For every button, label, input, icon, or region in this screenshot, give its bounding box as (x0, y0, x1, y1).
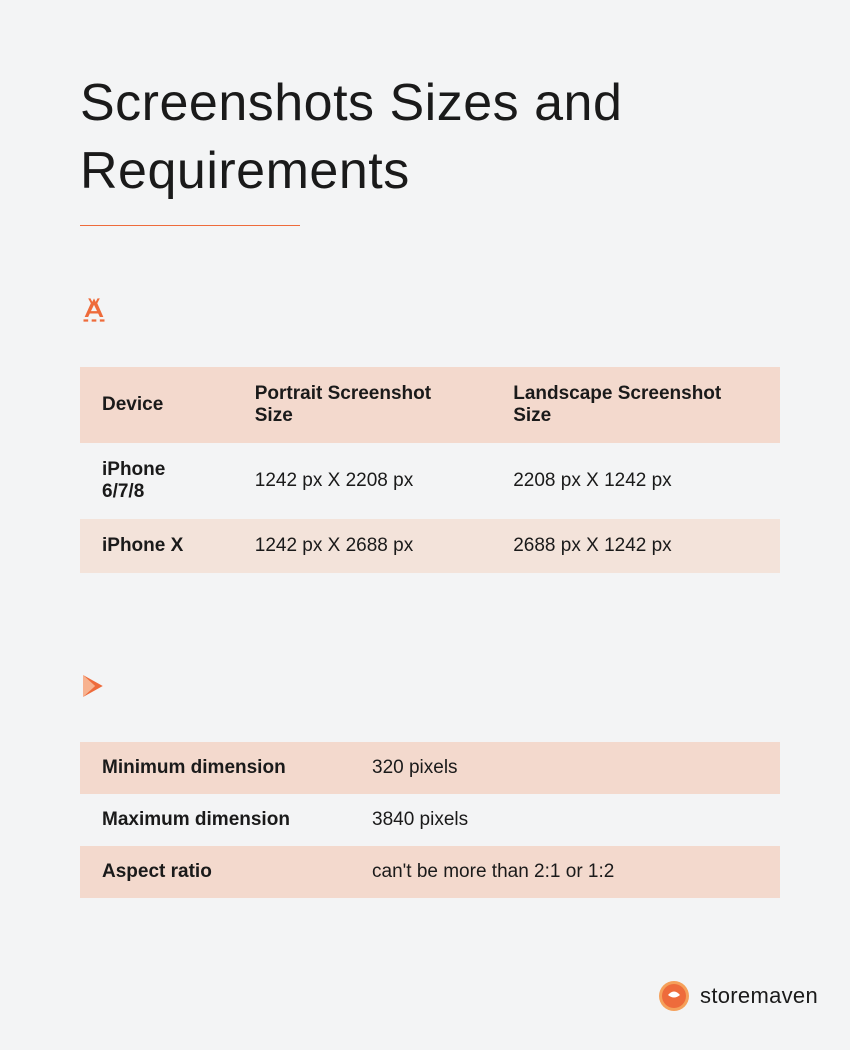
table-row: Aspect ratio can't be more than 2:1 or 1… (80, 846, 780, 898)
spec-value: 3840 pixels (350, 794, 780, 846)
brand-name: storemaven (700, 983, 818, 1009)
title-underline (80, 225, 300, 226)
spec-value: can't be more than 2:1 or 1:2 (350, 846, 780, 898)
spec-value: 320 pixels (350, 742, 780, 794)
col-landscape: Landscape Screenshot Size (491, 367, 780, 443)
brand-logo: storemaven (658, 980, 818, 1012)
col-device: Device (80, 367, 233, 443)
table-row: Maximum dimension 3840 pixels (80, 794, 780, 846)
spec-key: Maximum dimension (80, 794, 350, 846)
table-row: iPhone X 1242 px X 2688 px 2688 px X 124… (80, 519, 780, 573)
spec-key: Aspect ratio (80, 846, 350, 898)
cell-device: iPhone 6/7/8 (80, 443, 233, 519)
table-row: iPhone 6/7/8 1242 px X 2208 px 2208 px X… (80, 443, 780, 519)
spec-key: Minimum dimension (80, 742, 350, 794)
cell-portrait: 1242 px X 2208 px (233, 443, 491, 519)
page-title: Screenshots Sizes and Requirements (80, 70, 770, 205)
storemaven-icon (658, 980, 690, 1012)
appstore-table: Device Portrait Screenshot Size Landscap… (80, 367, 780, 573)
cell-device: iPhone X (80, 519, 233, 573)
table-header-row: Device Portrait Screenshot Size Landscap… (80, 367, 780, 443)
cell-portrait: 1242 px X 2688 px (233, 519, 491, 573)
play-store-icon (80, 673, 770, 704)
cell-landscape: 2688 px X 1242 px (491, 519, 780, 573)
table-row: Minimum dimension 320 pixels (80, 742, 780, 794)
app-store-icon (80, 296, 770, 329)
playstore-table: Minimum dimension 320 pixels Maximum dim… (80, 742, 780, 898)
col-portrait: Portrait Screenshot Size (233, 367, 491, 443)
cell-landscape: 2208 px X 1242 px (491, 443, 780, 519)
